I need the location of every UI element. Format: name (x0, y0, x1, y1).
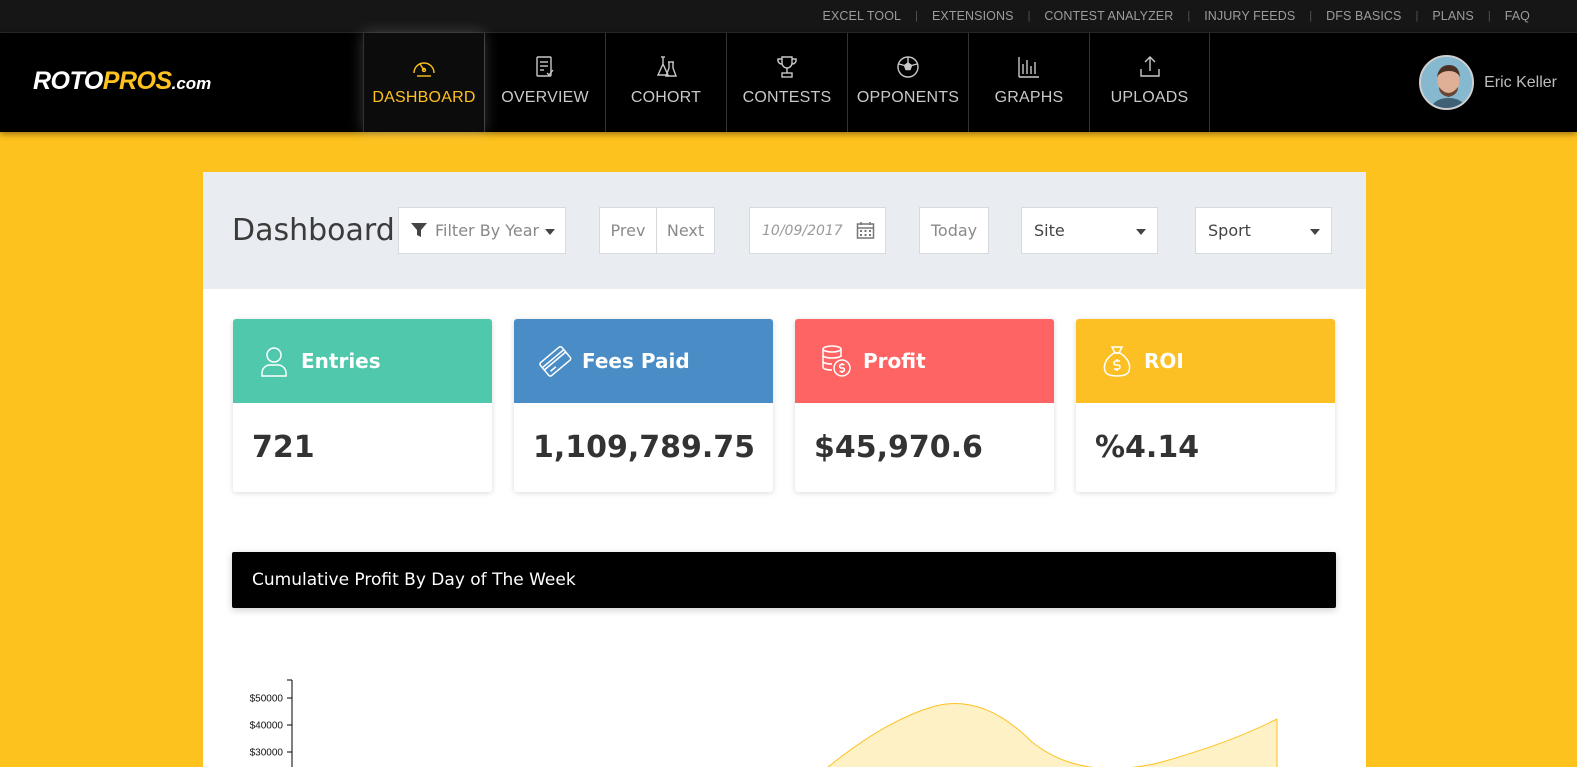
avatar[interactable] (1419, 55, 1475, 110)
nav-item-cohort[interactable]: COHORT (605, 33, 726, 132)
y-tick-label: $40000 (250, 721, 284, 732)
filter-by-year-dropdown[interactable]: Filter By Year (398, 207, 566, 254)
clipboard-check-icon (531, 53, 559, 81)
soccer-ball-icon (894, 53, 922, 81)
chevron-down-icon (545, 229, 555, 235)
prev-label: Prev (610, 221, 646, 240)
today-button[interactable]: Today (919, 207, 989, 254)
bar-graph-icon (1015, 53, 1043, 81)
user-icon (257, 344, 291, 378)
cumulative-profit-chart: $50000 $40000 $30000 (250, 679, 1278, 767)
top-utility-bar: EXCEL TOOL | EXTENSIONS | CONTEST ANALYZER… (0, 0, 1577, 33)
stat-card-fees-paid: Fees Paid 1,109,789.75 (514, 319, 773, 492)
nav-label: CONTESTS (742, 89, 832, 106)
user-menu[interactable]: Eric Keller (1419, 33, 1577, 132)
filter-bar: Dashboard Filter By Year Prev Next 10/09… (203, 172, 1366, 289)
card-header: Fees Paid (514, 319, 773, 403)
nav-item-contests[interactable]: CONTESTS (726, 33, 847, 132)
next-button[interactable]: Next (656, 207, 715, 254)
chevron-down-icon (1136, 229, 1146, 235)
card-title: Profit (863, 349, 926, 373)
y-tick-label: $50000 (250, 694, 284, 705)
logo-roto: ROTO (33, 67, 103, 95)
user-name[interactable]: Eric Keller (1484, 74, 1557, 92)
stat-card-profit: Profit $45,970.6 (795, 319, 1054, 492)
today-label: Today (930, 221, 978, 240)
top-link-excel-tool[interactable]: EXCEL TOOL (823, 9, 902, 23)
area-fill (828, 703, 1277, 767)
calendar-icon[interactable] (856, 221, 875, 240)
card-header: Profit (795, 319, 1054, 403)
date-input[interactable]: 10/09/2017 (749, 207, 886, 254)
credit-card-icon (538, 344, 572, 378)
site-select[interactable]: Site (1021, 207, 1158, 254)
nav-label: DASHBOARD (372, 89, 476, 106)
top-links: EXCEL TOOL | EXTENSIONS | CONTEST ANALYZER… (823, 0, 1530, 32)
nav-label: OPPONENTS (856, 89, 960, 106)
nav-label: COHORT (630, 89, 702, 106)
top-link-contest-analyzer[interactable]: CONTEST ANALYZER (1044, 9, 1173, 23)
brand-logo[interactable]: ROTOPROS.com (33, 67, 211, 96)
speedometer-icon (410, 53, 438, 81)
logo-domain: .com (171, 74, 212, 93)
sport-select[interactable]: Sport (1195, 207, 1332, 254)
site-select-value: Site (1034, 221, 1065, 240)
stat-card-roi: ROI %4.14 (1076, 319, 1335, 492)
page-title: Dashboard (232, 213, 395, 248)
main-nav: ROTOPROS.com DASHBOARD OVERVIEW COHORT C… (0, 33, 1577, 132)
stat-card-entries: Entries 721 (233, 319, 492, 492)
top-link-dfs-basics[interactable]: DFS BASICS (1326, 9, 1401, 23)
nav-items: DASHBOARD OVERVIEW COHORT CONTESTS OPPON… (363, 33, 1210, 132)
separator: | (1309, 10, 1313, 22)
nav-item-overview[interactable]: OVERVIEW (484, 33, 605, 132)
filter-icon (410, 222, 428, 239)
chevron-down-icon (1310, 229, 1320, 235)
top-link-faq[interactable]: FAQ (1505, 9, 1530, 23)
card-value: $45,970.6 (814, 430, 983, 465)
nav-label: OVERVIEW (501, 89, 589, 106)
logo-pros: PROS (102, 67, 172, 95)
card-title: Entries (301, 349, 381, 373)
chart-header: Cumulative Profit By Day of The Week (232, 552, 1336, 608)
top-link-injury-feeds[interactable]: INJURY FEEDS (1204, 9, 1295, 23)
card-title: Fees Paid (582, 349, 690, 373)
card-title: ROI (1144, 349, 1184, 373)
nav-item-uploads[interactable]: UPLOADS (1089, 33, 1210, 132)
sport-select-value: Sport (1208, 221, 1251, 240)
separator: | (1415, 10, 1419, 22)
nav-label: GRAPHS (994, 89, 1064, 106)
filter-by-year-label: Filter By Year (435, 221, 540, 240)
prev-button[interactable]: Prev (599, 207, 657, 254)
date-input-placeholder: 10/09/2017 (762, 222, 843, 239)
card-header: ROI (1076, 319, 1335, 403)
top-link-extensions[interactable]: EXTENSIONS (932, 9, 1014, 23)
nav-label: UPLOADS (1110, 89, 1189, 106)
card-value: 721 (252, 430, 315, 465)
card-header: Entries (233, 319, 492, 403)
flask-icon (652, 53, 680, 81)
y-tick-label: $30000 (250, 748, 284, 759)
top-link-plans[interactable]: PLANS (1432, 9, 1474, 23)
separator: | (1187, 10, 1191, 22)
coins-icon (819, 344, 853, 378)
y-ticks: $50000 $40000 $30000 (250, 694, 292, 759)
separator: | (915, 10, 918, 22)
trophy-icon (773, 53, 801, 81)
money-bag-icon (1100, 344, 1134, 378)
card-value: %4.14 (1095, 430, 1200, 465)
upload-icon (1136, 53, 1164, 81)
nav-item-graphs[interactable]: GRAPHS (968, 33, 1089, 132)
next-label: Next (666, 221, 705, 240)
chart-title: Cumulative Profit By Day of The Week (252, 570, 576, 590)
content-panel: Dashboard Filter By Year Prev Next 10/09… (203, 172, 1366, 767)
separator: | (1487, 10, 1491, 22)
card-value: 1,109,789.75 (533, 430, 756, 465)
separator: | (1027, 10, 1031, 22)
nav-item-dashboard[interactable]: DASHBOARD (363, 33, 484, 132)
nav-item-opponents[interactable]: OPPONENTS (847, 33, 968, 132)
